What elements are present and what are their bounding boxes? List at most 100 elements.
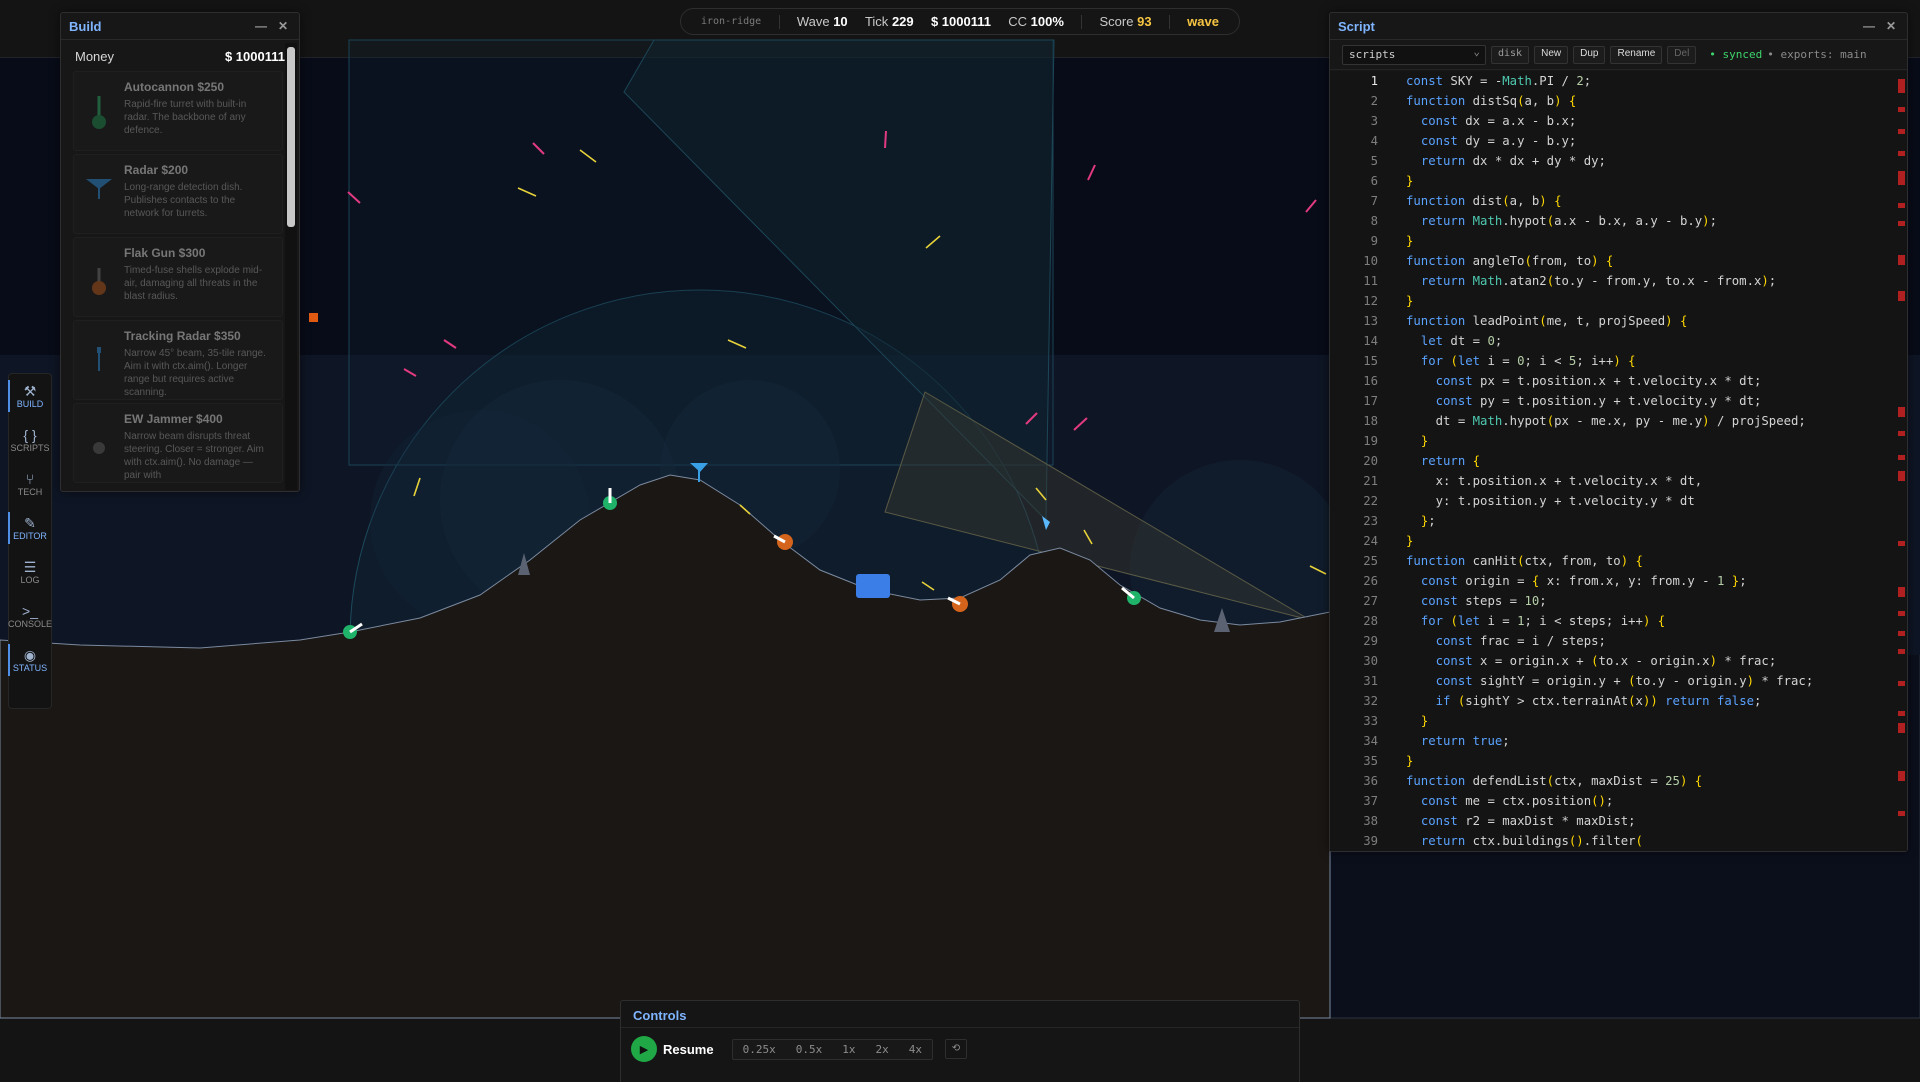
code-line[interactable]: 35} (1330, 751, 1907, 771)
code-line[interactable]: 14 let dt = 0; (1330, 331, 1907, 351)
exports-label: • exports: main (1767, 48, 1867, 61)
sync-status: • synced (1709, 48, 1763, 61)
hud-bar: iron-ridge Wave 10 Tick 229 $ 1000111 CC… (680, 8, 1240, 35)
code-line[interactable]: 11 return Math.atan2(to.y - from.y, to.x… (1330, 271, 1907, 291)
close-button[interactable]: ✕ (275, 19, 291, 33)
sidebar-item-log[interactable]: ☰ LOG (9, 550, 51, 594)
code-line[interactable]: 36 function defendList(ctx, maxDist = 25)… (1330, 771, 1907, 791)
speed-option[interactable]: 4x (899, 1040, 932, 1059)
code-line[interactable]: 38 const r2 = maxDist * maxDist; (1330, 811, 1907, 831)
item-desc: Narrow 45° beam, 35-tile range. Aim it w… (124, 348, 266, 398)
code-line[interactable]: 30 const x = origin.x + (to.x - origin.x… (1330, 651, 1907, 671)
build-titlebar[interactable]: Build — ✕ (61, 13, 299, 40)
script-select[interactable]: scripts (1342, 44, 1486, 65)
code-line[interactable]: 29 const frac = i / steps; (1330, 631, 1907, 651)
dup-button[interactable]: Dup (1573, 45, 1606, 64)
line-text: }; (1420, 514, 1436, 528)
command-center[interactable] (856, 574, 890, 598)
line-text: return { (1420, 454, 1481, 468)
item-desc: Narrow beam disrupts threat steering. Cl… (124, 431, 264, 481)
close-button[interactable]: ✕ (1883, 19, 1899, 33)
code-line[interactable]: 37 const me = ctx.position(); (1330, 791, 1907, 811)
code-line[interactable]: 2 function distSq(a, b) { (1330, 91, 1907, 111)
build-item-radar[interactable]: Radar $200 Long-range detection dish. Pu… (73, 154, 283, 234)
code-line[interactable]: 3 const dx = a.x - b.x; (1330, 111, 1907, 131)
rename-button[interactable]: Rename (1610, 45, 1663, 64)
code-line[interactable]: 32 if (sightY > ctx.terrainAt(x)) return… (1330, 691, 1907, 711)
line-text: dt = Math.hypot(px - me.x, py - me.y) / … (1406, 414, 1806, 428)
sidebar-item-editor[interactable]: ✎ EDITOR (8, 506, 51, 550)
code-line[interactable]: 12} (1330, 291, 1907, 311)
sidebar-item-console[interactable]: >_ CONSOLE (8, 594, 52, 638)
code-line[interactable]: 23 }; (1330, 511, 1907, 531)
autocannon-icon (92, 96, 106, 129)
script-titlebar[interactable]: Script — ✕ (1330, 13, 1907, 40)
code-line[interactable]: 13 function leadPoint(me, t, projSpeed) { (1330, 311, 1907, 331)
disk-button[interactable]: disk (1491, 45, 1530, 64)
code-line[interactable]: 31 const sightY = origin.y + (to.y - ori… (1330, 671, 1907, 691)
code-line[interactable]: 1 const SKY = -Math.PI / 2; (1330, 71, 1907, 91)
speed-option[interactable]: 2x (865, 1040, 898, 1059)
sidebar-item-scripts[interactable]: { } SCRIPTS (9, 418, 51, 462)
speed-option[interactable]: 0.25x (733, 1040, 786, 1059)
code-line[interactable]: 27 const steps = 10; (1330, 591, 1907, 611)
speed-option[interactable]: 0.5x (786, 1040, 833, 1059)
code-line[interactable]: 9} (1330, 231, 1907, 251)
build-item-ew-jammer[interactable]: EW Jammer $400 Narrow beam disrupts thre… (73, 403, 283, 483)
code-line[interactable]: 39 return ctx.buildings().filter( (1330, 831, 1907, 851)
play-button[interactable]: ▶ (631, 1036, 657, 1062)
code-line[interactable]: 10 function angleTo(from, to) { (1330, 251, 1907, 271)
hud-divider (1168, 14, 1170, 29)
script-title: Script (1338, 18, 1375, 34)
build-item-list: Autocannon $250 Rapid-fire turret with b… (73, 71, 283, 491)
scroll-thumb[interactable] (287, 47, 295, 227)
code-line[interactable]: 17 const py = t.position.y + t.velocity.… (1330, 391, 1907, 411)
speed-option[interactable]: 1x (832, 1040, 865, 1059)
code-line[interactable]: 5 return dx * dx + dy * dy; (1330, 151, 1907, 171)
line-text: function distSq(a, b) { (1406, 94, 1577, 108)
build-item-flak-gun[interactable]: Flak Gun $300 Timed-fuse shells explode … (73, 237, 283, 317)
line-text: const me = ctx.position(); (1420, 794, 1614, 808)
reset-button[interactable]: ⟲ (944, 1039, 967, 1059)
item-desc: Long-range detection dish. Publishes con… (124, 182, 243, 219)
minimize-button[interactable]: — (1861, 19, 1877, 33)
hammer-icon: ⚒ (23, 383, 37, 399)
item-name: Tracking Radar $350 (124, 329, 241, 343)
code-line[interactable]: 8 return Math.hypot(a.x - b.x, a.y - b.y… (1330, 211, 1907, 231)
code-line[interactable]: 34 return true; (1330, 731, 1907, 751)
code-line[interactable]: 19 } (1330, 431, 1907, 451)
build-item-tracking-radar[interactable]: Tracking Radar $350 Narrow 45° beam, 35-… (73, 320, 283, 400)
code-line[interactable]: 6} (1330, 171, 1907, 191)
sidebar-item-build[interactable]: ⚒ BUILD (8, 374, 51, 418)
score: Score 93 (1100, 14, 1152, 29)
line-text: x: t.position.x + t.velocity.x * dt, (1406, 474, 1703, 488)
line-number: 35 (1363, 754, 1378, 768)
code-line[interactable]: 15 for (let i = 0; i < 5; i++) { (1330, 351, 1907, 371)
sidebar-item-tech[interactable]: ⑂ TECH (9, 462, 51, 506)
line-text: } (1406, 234, 1414, 248)
code-line[interactable]: 33 } (1330, 711, 1907, 731)
code-line[interactable]: 22 y: t.position.y + t.velocity.y * dt (1330, 491, 1907, 511)
code-line[interactable]: 7 function dist(a, b) { (1330, 191, 1907, 211)
build-item-autocannon[interactable]: Autocannon $250 Rapid-fire turret with b… (73, 71, 283, 151)
code-line[interactable]: 28 for (let i = 1; i < steps; i++) { (1330, 611, 1907, 631)
code-line[interactable]: 20 return { (1330, 451, 1907, 471)
tech-icon: ⑂ (25, 471, 35, 487)
tick-label: Tick (864, 14, 889, 29)
code-line[interactable]: 18 dt = Math.hypot(px - me.x, py - me.y)… (1330, 411, 1907, 431)
new-button[interactable]: New (1534, 45, 1569, 64)
delete-button[interactable]: Del (1667, 45, 1697, 64)
code-editor[interactable]: 1 const SKY = -Math.PI / 2; 2 function dist… (1330, 71, 1907, 851)
build-scrollbar[interactable] (285, 43, 297, 490)
code-line[interactable]: 16 const px = t.position.x + t.velocity.… (1330, 371, 1907, 391)
code-line[interactable]: 4 const dy = a.y - b.y; (1330, 131, 1907, 151)
tracking-radar-icon (97, 347, 101, 371)
sidebar-item-status[interactable]: ◉ STATUS (8, 638, 51, 682)
code-line[interactable]: 24} (1330, 531, 1907, 551)
code-line[interactable]: 25 function canHit(ctx, from, to) { (1330, 551, 1907, 571)
line-number: 5 (1370, 154, 1378, 168)
minimize-button[interactable]: — (253, 19, 269, 33)
resume-label[interactable]: Resume (663, 1042, 714, 1057)
code-line[interactable]: 26 const origin = { x: from.x, y: from.y… (1330, 571, 1907, 591)
code-line[interactable]: 21 x: t.position.x + t.velocity.x * dt, (1330, 471, 1907, 491)
